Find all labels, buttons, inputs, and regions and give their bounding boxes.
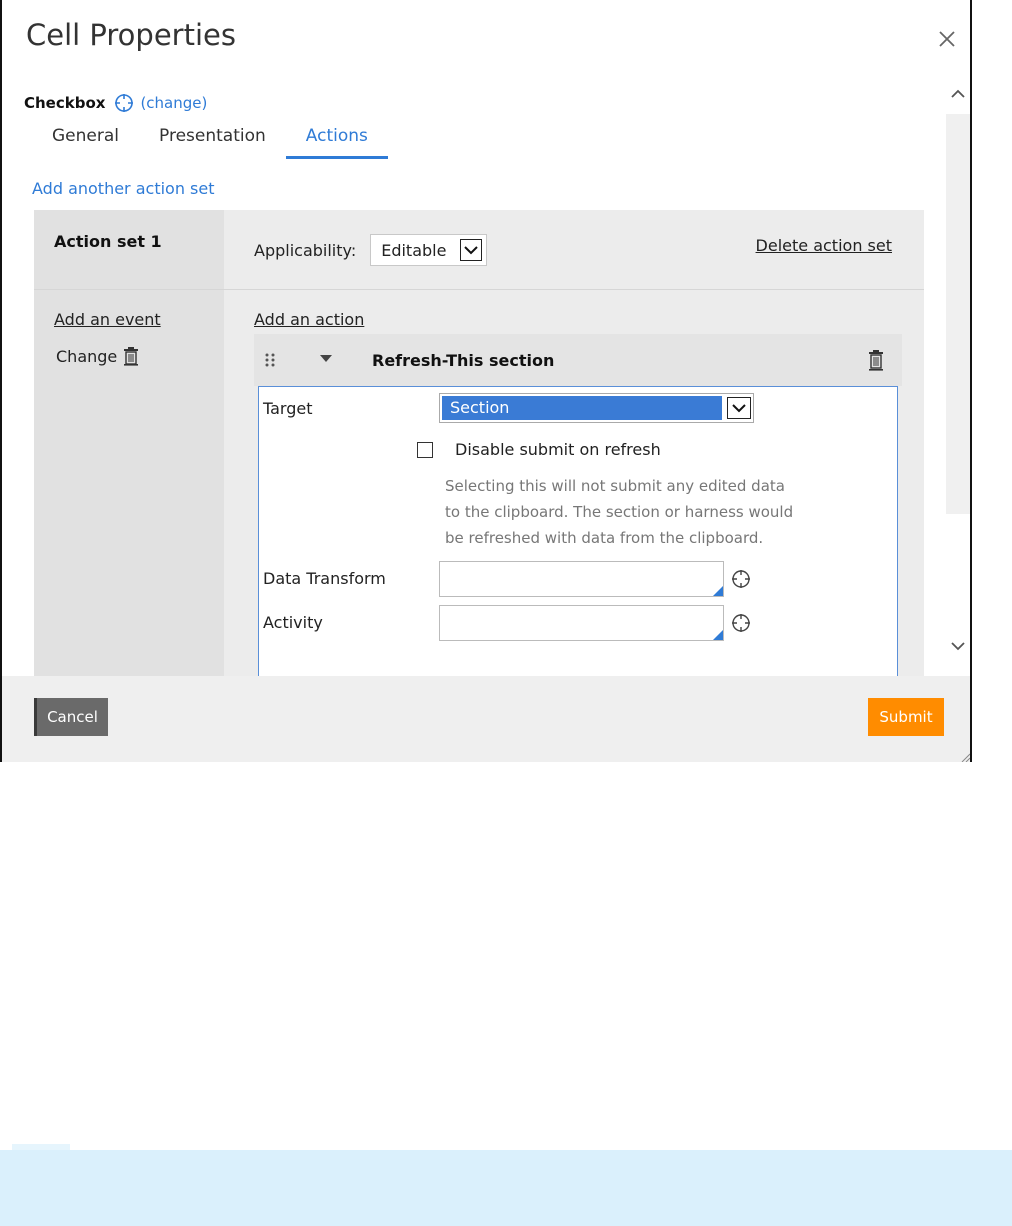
help-line: to the clipboard. The section or harness… — [445, 503, 794, 521]
close-icon[interactable] — [936, 28, 958, 50]
crosshair-icon[interactable] — [730, 612, 752, 634]
applicability-row: Applicability: Editable — [254, 234, 488, 266]
scrollbar-thumb[interactable] — [946, 114, 970, 514]
help-line: Selecting this will not submit any edite… — [445, 477, 785, 495]
autocomplete-corner-icon — [713, 586, 723, 596]
chevron-down-icon[interactable] — [460, 239, 483, 261]
action-header: Refresh-This section — [254, 334, 902, 386]
notice-banner — [0, 1150, 1012, 1226]
action-title: Refresh-This section — [372, 351, 555, 370]
add-action-set-link[interactable]: Add another action set — [32, 179, 215, 198]
tab-actions[interactable]: Actions — [285, 124, 388, 159]
scroll-up-icon[interactable] — [950, 88, 966, 100]
dialog-footer: Cancel Submit — [2, 676, 970, 762]
applicability-select[interactable]: Editable — [370, 234, 488, 266]
crosshair-icon[interactable] — [114, 93, 134, 113]
delete-action-set-link[interactable]: Delete action set — [756, 236, 892, 255]
help-line: be refreshed with data from the clipboar… — [445, 529, 764, 547]
add-action-link[interactable]: Add an action — [254, 310, 364, 329]
target-select[interactable]: Section — [439, 393, 754, 423]
autocomplete-corner-icon — [713, 630, 723, 640]
tab-bar: General Presentation Actions — [32, 124, 388, 159]
action-set-divider — [34, 289, 924, 290]
change-control-link[interactable]: (change) — [140, 94, 207, 112]
crosshair-icon[interactable] — [730, 568, 752, 590]
activity-input[interactable] — [439, 605, 724, 641]
collapse-caret-icon[interactable] — [320, 355, 332, 363]
disable-submit-checkbox[interactable] — [417, 442, 433, 458]
target-label: Target — [263, 399, 313, 418]
event-label[interactable]: Change — [56, 347, 117, 366]
chevron-down-icon[interactable] — [727, 397, 751, 419]
action-set-panel: Action set 1 Applicability: Editable Del… — [34, 210, 924, 676]
add-event-link[interactable]: Add an event — [54, 310, 161, 329]
resize-grip-icon[interactable] — [960, 752, 970, 762]
data-transform-label: Data Transform — [263, 569, 386, 588]
activity-label: Activity — [263, 613, 323, 632]
scroll-down-icon[interactable] — [950, 640, 966, 652]
applicability-value: Editable — [381, 240, 447, 260]
disable-submit-label[interactable]: Disable submit on refresh — [455, 440, 661, 459]
dialog-content[interactable]: Checkbox (change) General Presentation A… — [2, 80, 946, 676]
tab-presentation[interactable]: Presentation — [139, 124, 286, 159]
data-transform-input[interactable] — [439, 561, 724, 597]
cell-properties-dialog: Cell Properties Checkbox (change) Genera… — [0, 0, 972, 762]
cancel-button[interactable]: Cancel — [34, 698, 108, 736]
action-detail-panel: Target Section Disable submit on refresh… — [258, 386, 898, 676]
drag-handle-icon[interactable] — [264, 352, 276, 368]
vertical-scrollbar[interactable] — [946, 80, 972, 676]
action-set-name: Action set 1 — [54, 232, 162, 251]
trash-icon[interactable] — [123, 346, 139, 366]
applicability-label: Applicability: — [254, 240, 357, 260]
delete-action-trash-icon[interactable] — [868, 349, 884, 371]
control-type-row: Checkbox (change) — [24, 93, 207, 113]
event-item-change[interactable]: Change — [56, 346, 139, 366]
control-type-name: Checkbox — [24, 94, 106, 112]
action-set-sidebar — [34, 210, 224, 676]
dialog-title: Cell Properties — [26, 18, 236, 52]
target-value: Section — [442, 396, 722, 420]
disable-submit-help-text: Selecting this will not submit any edite… — [445, 473, 865, 551]
tab-general[interactable]: General — [32, 124, 139, 159]
submit-button[interactable]: Submit — [868, 698, 944, 736]
